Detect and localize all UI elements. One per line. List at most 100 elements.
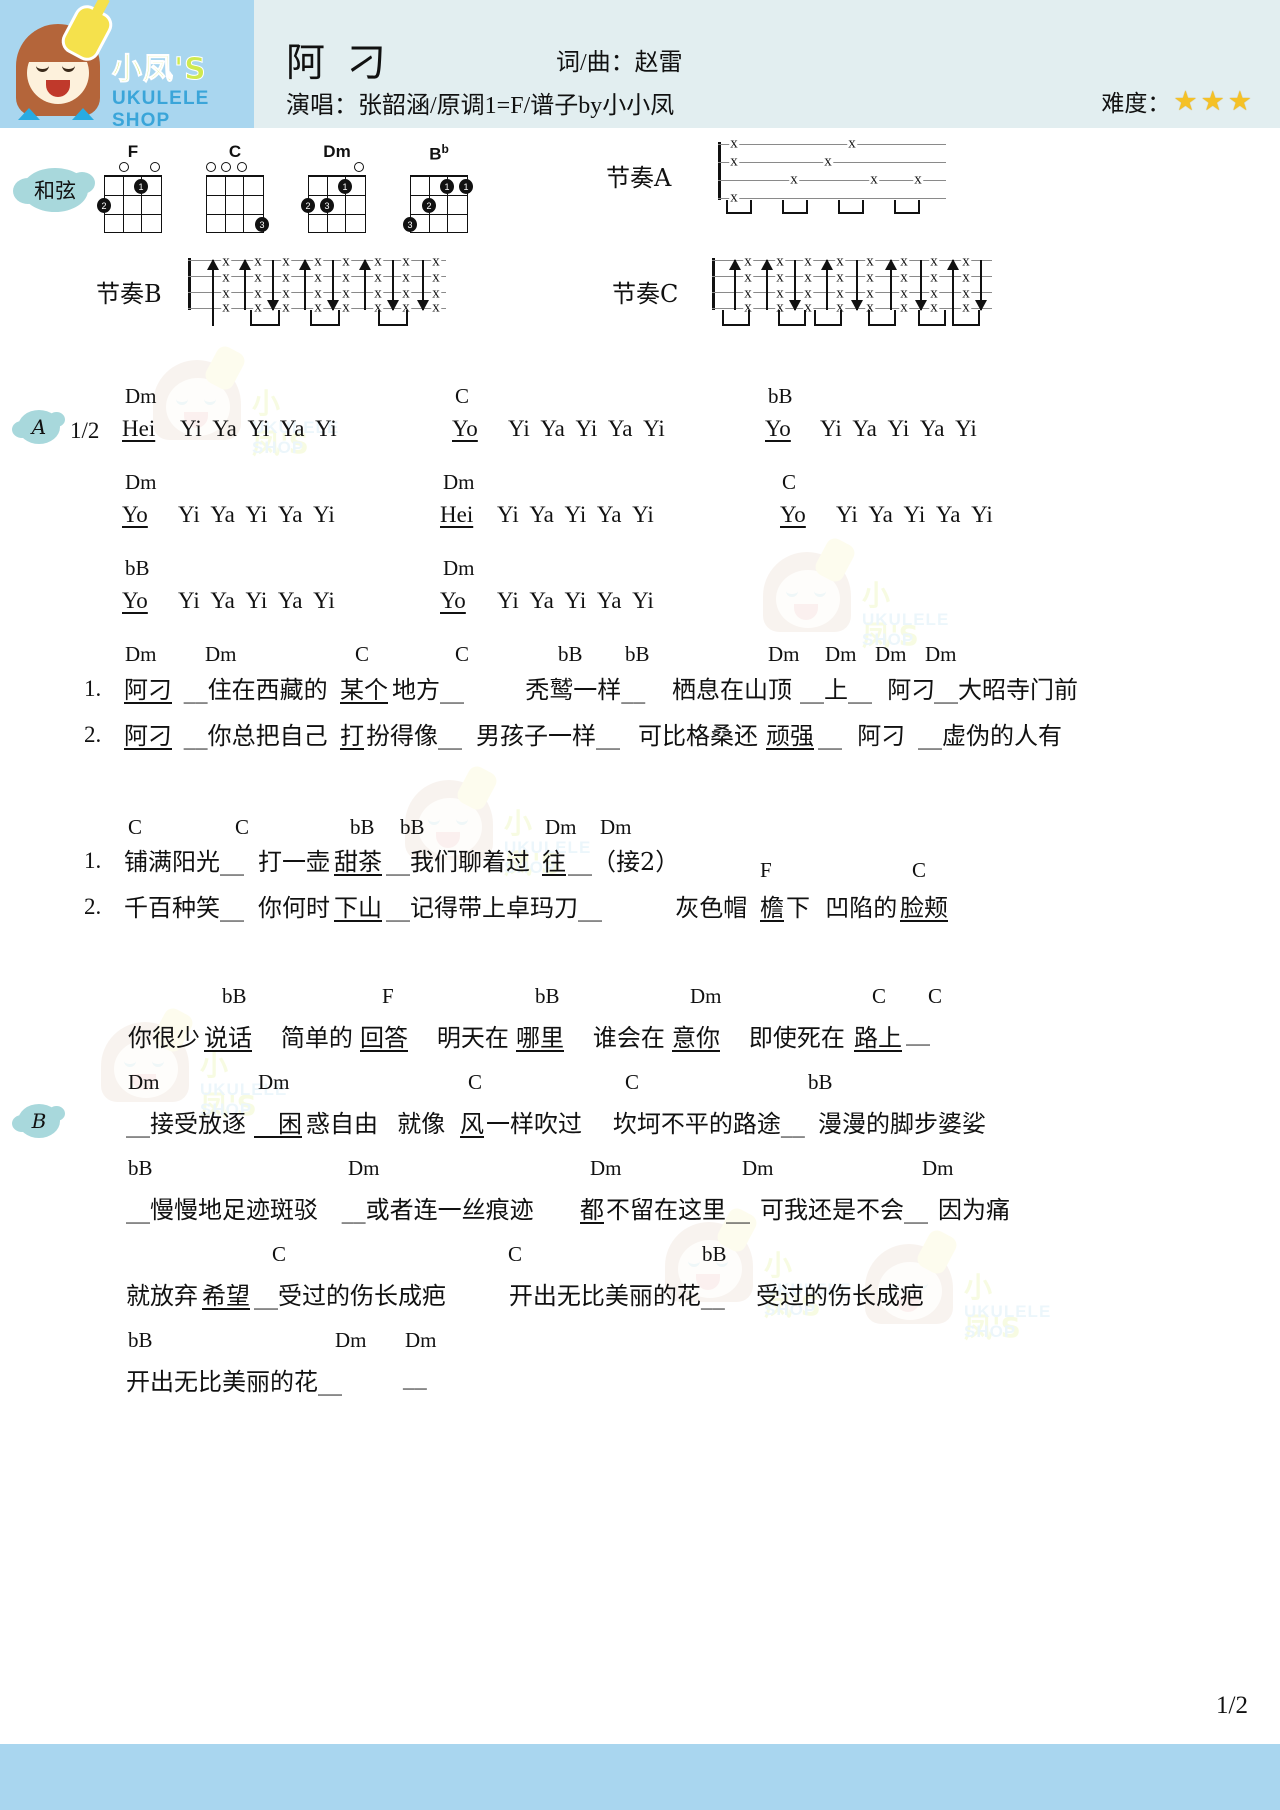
chord-name: C: [228, 142, 242, 161]
verse-number: 2.: [84, 894, 102, 919]
lyric-token: 明天在: [414, 1024, 509, 1052]
section-b-badge: B: [12, 1104, 65, 1138]
verse-number: 1.: [84, 676, 102, 701]
chord-symbol: Dm: [600, 815, 632, 839]
chord-symbol: Dm: [125, 384, 157, 408]
chord-symbol: C: [455, 384, 470, 408]
chord-symbol: C: [782, 470, 797, 494]
chord-symbol: Dm: [443, 556, 475, 580]
rhythm-c-stave: xxxx xxxx xxxx xxxx xxxx xxxx xxxx xxxx: [712, 254, 992, 316]
lyric-token: 惑自由: [306, 1110, 378, 1138]
lyric-token: 说话: [204, 1024, 252, 1052]
page-title: 阿刁: [286, 41, 409, 86]
lyric-token: Yo: [452, 416, 478, 441]
chord-symbol: C: [128, 815, 143, 839]
chord-symbol: bB: [768, 384, 793, 408]
lyric-token: 脸颊: [900, 894, 948, 922]
lyric-token: 一样吹过: [486, 1110, 582, 1138]
lyric-token: 即使死在: [726, 1024, 845, 1052]
lyric-token: 下山: [334, 894, 382, 922]
chord-symbol: C: [508, 1242, 523, 1266]
open-string-markers: [202, 162, 268, 175]
lyric-token: 因为痛: [938, 1196, 1010, 1224]
watermark: 小凤'S UKULELE SHOP: [758, 535, 948, 652]
lyric-token: Yi Ya Yi Ya Yi: [497, 502, 654, 527]
lyric-token: __你总把自己: [176, 722, 328, 750]
chord-symbol: C: [625, 1070, 640, 1094]
lyric-token: 扮得像__: [366, 722, 462, 750]
chord-symbol: C: [468, 1070, 483, 1094]
difficulty-rating: 难度： ★ ★ ★: [1101, 84, 1252, 118]
brand-name-cn: 小凤'S: [112, 52, 207, 88]
lyric-token: 下 凹陷的: [786, 894, 898, 922]
lyric-token: 顽强: [766, 722, 814, 750]
chord-symbol: Dm: [545, 815, 577, 839]
lyric-token: __受过的伤长成疤: [254, 1282, 446, 1310]
page-header: 小凤'S UKULELE SHOP 阿刁 词/曲：赵雷 演唱：张韶涵/原调1=F…: [0, 0, 1280, 131]
lyric-token: __ 阿刁: [818, 722, 906, 750]
section-a-badge: A: [12, 410, 65, 444]
chord-symbol: Dm: [125, 642, 157, 666]
chord-symbol: F: [760, 858, 772, 882]
lyric-token: Yi Ya Yi Ya Yi: [497, 588, 654, 613]
lyric-token: Yo: [765, 416, 791, 441]
chord-symbol: Dm: [768, 642, 800, 666]
lyric-token: 阿刁: [124, 722, 172, 750]
lyric-token: __我们聊着过: [386, 848, 530, 876]
lyric-token: 风: [460, 1110, 484, 1138]
chord-symbol: C: [355, 642, 370, 666]
lyric-token: __上__: [800, 676, 872, 704]
chord-symbol: bB: [702, 1242, 727, 1266]
chord-symbol: Dm: [825, 642, 857, 666]
chord-symbol: bB: [128, 1328, 153, 1352]
chord-diagram-bb: Bb 1 1 2 3: [403, 142, 473, 233]
lyric-token: Yi Ya Yi Ya Yi: [508, 416, 665, 441]
singer-credit: 演唱：张韶涵/原调1=F/谱子by小小凤: [286, 93, 675, 119]
lyric-token: 可比格桑还: [638, 722, 758, 750]
chord-diagram-row: F 1 2 C 3 Dm 1 2 3 Bb 1 1 2 3: [97, 142, 473, 233]
rhythm-a-label: 节奏A: [606, 164, 672, 192]
verse-number: 2.: [84, 722, 102, 747]
lyric-token: 哪里: [516, 1024, 564, 1052]
lyric-token: 男孩子一样__: [476, 722, 620, 750]
chord-symbol: Dm: [590, 1156, 622, 1180]
lyric-token: Yi Ya Yi Ya Yi: [820, 416, 977, 441]
lyric-token: 就像: [382, 1110, 446, 1138]
lyric-token: 某个: [340, 676, 388, 704]
lyric-token: Yi Ya Yi Ya Yi: [836, 502, 993, 527]
chord-symbol: bB: [350, 815, 375, 839]
chord-diagram-dm: Dm 1 2 3: [301, 142, 370, 233]
half-time-mark: 1/2: [70, 418, 100, 443]
lyric-token: Hei: [122, 416, 156, 441]
chord-symbol: C: [872, 984, 887, 1008]
chord-name: Dm: [323, 142, 351, 161]
lyric-token: Yo: [440, 588, 466, 613]
chord-symbol: bB: [125, 556, 150, 580]
chord-symbol: C: [928, 984, 943, 1008]
lyric-token: 路上: [854, 1024, 902, 1052]
lyric-token: 秃鹫一样__: [510, 676, 646, 704]
lyric-token: Yi Ya Yi Ya Yi: [180, 416, 337, 441]
chord-symbol: Dm: [443, 470, 475, 494]
lyric-token: 漫漫的脚步婆娑: [818, 1110, 986, 1138]
chord-symbol: Dm: [348, 1156, 380, 1180]
lyric-token: __住在西藏的: [176, 676, 328, 704]
lyric-token: __接受放逐: [126, 1110, 246, 1138]
lyric-token: 栖息在山顶: [672, 676, 792, 704]
fretboard-grid: 1 1 2 3: [403, 175, 473, 233]
lyric-token: 回答: [360, 1024, 408, 1052]
chord-symbol: bB: [625, 642, 650, 666]
open-string-markers: [100, 162, 166, 175]
chord-symbol: C: [455, 642, 470, 666]
lyric-token: __: [380, 1362, 427, 1390]
lyric-token: Hei: [440, 502, 474, 527]
chord-name: F: [127, 142, 139, 161]
lyric-token: Yo: [122, 502, 148, 527]
lyric-token: 谁会在: [570, 1024, 665, 1052]
lyric-token: 坎坷不平的路途__: [590, 1110, 805, 1138]
chord-symbol: Dm: [258, 1070, 290, 1094]
lyric-token: Yo: [780, 502, 806, 527]
chord-section-badge: 和弦: [13, 168, 95, 212]
lyric-token: 意你: [672, 1024, 720, 1052]
lyric-token: 阿刁: [872, 676, 936, 704]
